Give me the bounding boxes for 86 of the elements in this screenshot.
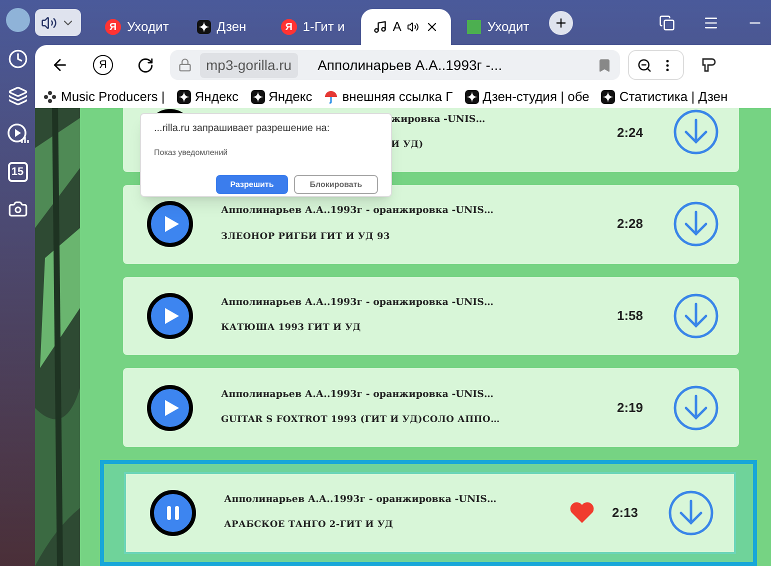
plus-icon — [554, 16, 568, 30]
download-button[interactable] — [673, 201, 719, 248]
player-icon[interactable] — [6, 123, 28, 145]
history-icon[interactable] — [8, 49, 28, 69]
play-icon — [164, 306, 180, 325]
domain-chip: mp3-gorilla.ru — [200, 52, 298, 78]
bookmark-link[interactable]: Статистика | Дзен — [619, 86, 728, 106]
play-button[interactable] — [147, 201, 193, 248]
track-title: АРАБСКОЕ ТАНГО 2-ГИТ И УД — [224, 519, 394, 532]
play-button[interactable] — [147, 384, 193, 431]
calendar-icon[interactable]: 15 — [8, 162, 28, 182]
browser-tab[interactable]: Уходит — [455, 9, 542, 45]
tab-title: Уходит — [487, 18, 530, 36]
play-icon — [164, 398, 180, 417]
zoom-out-icon[interactable] — [637, 58, 652, 72]
track-duration: 2:24 — [616, 124, 644, 142]
address-bar[interactable]: mp3-gorilla.ru Апполинарьев А.А..1993г -... — [170, 50, 620, 80]
track-title: И УД) — [391, 138, 424, 152]
popup-button[interactable]: Блокировать — [294, 175, 378, 194]
yandex-logo-icon: Я — [105, 19, 121, 35]
new-tab-button[interactable] — [549, 10, 574, 34]
star-icon — [464, 90, 479, 104]
download-button[interactable] — [673, 384, 719, 431]
bookmark-link[interactable]: Яндекс — [194, 86, 239, 106]
refresh-icon[interactable] — [137, 56, 154, 74]
track-title: ЗЛЕОНОР РИГБИ ГИТ И УД 93 — [221, 230, 391, 244]
bookmark-icon[interactable] — [597, 58, 612, 72]
star-icon — [250, 90, 265, 104]
page-title: Апполинарьев А.А..1993г -... — [318, 56, 504, 75]
download-button[interactable] — [668, 490, 714, 536]
download-icon — [668, 490, 714, 536]
popup-detail: Показ уведомлений — [154, 147, 229, 159]
pause-icon — [166, 505, 180, 521]
dots-icon — [43, 90, 57, 104]
bookmark-link[interactable]: Дзен-студия | обе — [482, 86, 590, 106]
play-icon — [164, 215, 180, 234]
browser-tab[interactable]: Дзен — [184, 9, 265, 45]
track-title: КАТЮША 1993 ГИТ И УД — [221, 322, 362, 336]
speaker-icon — [41, 14, 57, 30]
umbrella-icon — [324, 90, 338, 104]
music-icon — [372, 20, 387, 34]
download-icon — [673, 201, 719, 248]
download-icon — [673, 292, 719, 339]
sound-button[interactable] — [35, 9, 81, 36]
bookmark-link[interactable]: внешняя ссылка Г — [342, 86, 453, 106]
track-artist: Апполинарьев А.А..1993г - оранжировка -UNIS… — [221, 388, 494, 402]
star-icon — [196, 20, 211, 34]
star-icon — [601, 90, 616, 104]
popup-button[interactable]: Разрешить — [216, 175, 288, 194]
track-duration: 2:13 — [610, 504, 640, 522]
play-button[interactable] — [147, 292, 193, 339]
track-duration: 2:19 — [616, 398, 644, 417]
tab-title: Дзен — [216, 18, 246, 36]
lock-icon — [178, 58, 192, 72]
tab-title: Уходит — [127, 18, 169, 36]
tab-title: А — [392, 18, 402, 36]
bookmark-link[interactable]: Music Producers | — [61, 86, 165, 106]
browser-tab[interactable]: Я 1-Гит и — [268, 9, 357, 45]
menu-icon[interactable] — [703, 14, 719, 30]
download-icon — [673, 384, 719, 431]
tab-title: 1-Гит и — [302, 18, 345, 36]
download-button[interactable] — [673, 292, 719, 339]
screenshot-icon[interactable] — [8, 199, 28, 219]
track-artist: жировка -UNIS… — [391, 112, 486, 126]
browser-tab[interactable]: А — [360, 9, 452, 45]
download-button[interactable] — [673, 109, 719, 156]
download-icon — [673, 109, 719, 156]
tabs-icon[interactable] — [659, 14, 675, 30]
browser-tab[interactable]: Я Уходит — [93, 9, 181, 45]
track-artist: Апполинарьев А.А..1993г - оранжировка -UNIS… — [224, 493, 498, 508]
back-icon[interactable] — [51, 56, 69, 74]
square-icon — [467, 20, 482, 34]
avatar[interactable] — [6, 8, 30, 32]
track-artist: Апполинарьев А.А..1993г - оранжировка -UNIS… — [221, 296, 494, 310]
heart-icon[interactable] — [569, 502, 595, 524]
bookmark-link[interactable]: Яндекс — [268, 86, 312, 106]
pause-button[interactable] — [150, 490, 196, 536]
track-duration: 2:28 — [616, 215, 644, 234]
track-artist: Апполинарьев А.А..1993г - оранжировка -UNIS… — [221, 204, 494, 218]
track-duration: 1:58 — [616, 307, 644, 326]
track-title: GUITAR S FOXTROT 1993 (ГИТ И УД)СОЛО АППО… — [221, 414, 501, 427]
star-icon — [176, 90, 191, 104]
yandex-icon[interactable]: Я — [93, 55, 113, 75]
collections-icon[interactable] — [8, 86, 28, 106]
popup-message: ...rilla.ru запрашивает разрешение на: — [154, 122, 331, 136]
yandex-logo-icon: Я — [280, 19, 297, 35]
